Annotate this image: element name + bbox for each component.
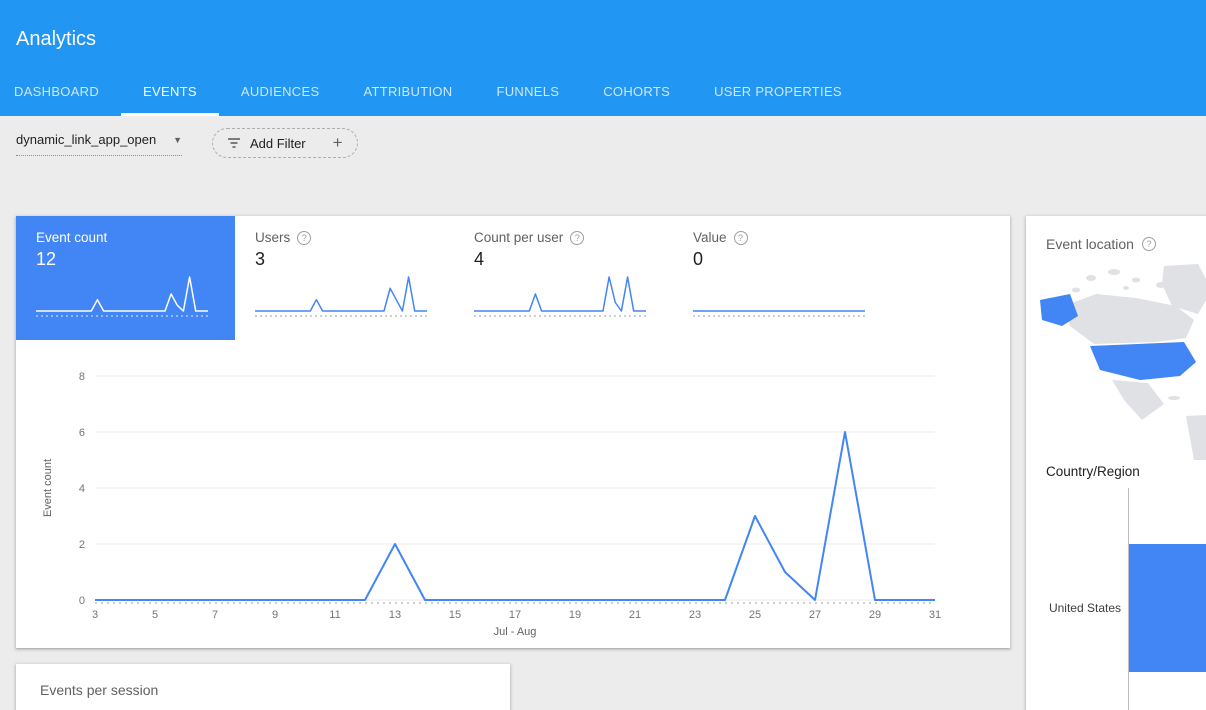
- location-bar[interactable]: [1129, 544, 1206, 672]
- metric-label-row: Count per user?: [474, 230, 653, 245]
- nav-tabs: DASHBOARDEVENTSAUDIENCESATTRIBUTIONFUNNE…: [0, 68, 864, 116]
- metric-tab-users[interactable]: Users? 3: [235, 216, 454, 340]
- tab-dashboard[interactable]: DASHBOARD: [0, 68, 121, 116]
- metric-sparkline: [36, 273, 208, 319]
- app-header: Analytics DASHBOARDEVENTSAUDIENCESATTRIB…: [0, 0, 1206, 116]
- metric-label-row: Value?: [693, 230, 872, 245]
- metric-tabs: Event count 12 Users? 3 Count per user? 4 Valu…: [16, 216, 1010, 340]
- x-axis-label: Jul - Aug: [95, 626, 935, 638]
- metric-label: Users: [255, 230, 290, 245]
- svg-text:9: 9: [272, 609, 278, 621]
- metric-label: Event count: [36, 230, 107, 245]
- metric-tab-value[interactable]: Value? 0: [673, 216, 892, 340]
- dropdown-arrow-icon: ▼: [173, 135, 182, 145]
- svg-text:0: 0: [79, 595, 85, 607]
- svg-text:8: 8: [79, 371, 85, 383]
- tab-attribution[interactable]: ATTRIBUTION: [341, 68, 474, 116]
- svg-text:21: 21: [629, 609, 641, 621]
- metric-sparkline: [474, 273, 646, 319]
- svg-text:5: 5: [152, 609, 158, 621]
- events-chart-card: Event count 12 Users? 3 Count per user? 4 Valu…: [16, 216, 1010, 648]
- event-location-card: Event location ? Country/Region United S…: [1026, 216, 1206, 710]
- country-bar-chart: United States: [1026, 488, 1206, 710]
- svg-text:17: 17: [509, 609, 521, 621]
- metric-label-row: Event count: [36, 230, 215, 245]
- events-per-session-title: Events per session: [16, 664, 510, 698]
- help-icon[interactable]: ?: [1142, 237, 1156, 251]
- events-per-session-card: Events per session: [16, 664, 510, 710]
- page-title: Analytics: [16, 28, 96, 51]
- metric-tab-event-count[interactable]: Event count 12: [16, 216, 235, 340]
- metric-tab-count-per-user[interactable]: Count per user? 4: [454, 216, 673, 340]
- svg-text:23: 23: [689, 609, 701, 621]
- svg-text:2: 2: [79, 539, 85, 551]
- svg-text:6: 6: [79, 427, 85, 439]
- plus-icon[interactable]: +: [333, 133, 343, 153]
- metric-value: 12: [36, 249, 215, 270]
- metric-value: 3: [255, 249, 434, 270]
- firebase-analytics-app: Analytics DASHBOARDEVENTSAUDIENCESATTRIB…: [0, 0, 1206, 710]
- svg-text:11: 11: [329, 609, 340, 621]
- tab-cohorts[interactable]: COHORTS: [581, 68, 692, 116]
- event-location-map: [1036, 264, 1206, 460]
- event-count-line-chart: 0 2 4 6 8 3 5 7 9 11 13 15 17 19 21 23 25 27 29 31: [46, 366, 946, 636]
- svg-text:19: 19: [569, 609, 581, 621]
- metric-value: 0: [693, 249, 872, 270]
- metric-label: Count per user: [474, 230, 563, 245]
- svg-text:4: 4: [79, 483, 85, 495]
- svg-text:31: 31: [929, 609, 941, 621]
- filter-bar: dynamic_link_app_open ▼ Add Filter +: [0, 116, 1206, 184]
- help-icon[interactable]: ?: [297, 231, 311, 245]
- event-selector-value: dynamic_link_app_open: [16, 132, 156, 147]
- svg-text:7: 7: [212, 609, 218, 621]
- location-bar-axis: [1128, 488, 1206, 710]
- svg-text:3: 3: [92, 609, 98, 621]
- metric-label-row: Users?: [255, 230, 434, 245]
- metric-value: 4: [474, 249, 653, 270]
- svg-text:13: 13: [389, 609, 401, 621]
- metric-sparkline: [693, 273, 865, 319]
- tab-user-properties[interactable]: USER PROPERTIES: [692, 68, 864, 116]
- add-filter-label: Add Filter: [250, 136, 306, 151]
- svg-text:27: 27: [809, 609, 821, 621]
- add-filter-button[interactable]: Add Filter +: [212, 128, 358, 158]
- tab-audiences[interactable]: AUDIENCES: [219, 68, 342, 116]
- help-icon[interactable]: ?: [570, 231, 584, 245]
- svg-text:15: 15: [449, 609, 461, 621]
- svg-text:25: 25: [749, 609, 761, 621]
- metric-label: Value: [693, 230, 727, 245]
- svg-text:29: 29: [869, 609, 881, 621]
- location-label: United States: [1026, 488, 1128, 710]
- filter-icon: [227, 137, 241, 149]
- event-location-title: Event location: [1046, 236, 1134, 252]
- country-region-label: Country/Region: [1046, 464, 1140, 479]
- location-bar-row: United States: [1026, 488, 1206, 710]
- metric-sparkline: [255, 273, 427, 319]
- help-icon[interactable]: ?: [734, 231, 748, 245]
- event-location-title-row: Event location ?: [1046, 236, 1156, 252]
- tab-events[interactable]: EVENTS: [121, 68, 219, 116]
- tab-funnels[interactable]: FUNNELS: [474, 68, 581, 116]
- event-selector[interactable]: dynamic_link_app_open ▼: [16, 132, 182, 156]
